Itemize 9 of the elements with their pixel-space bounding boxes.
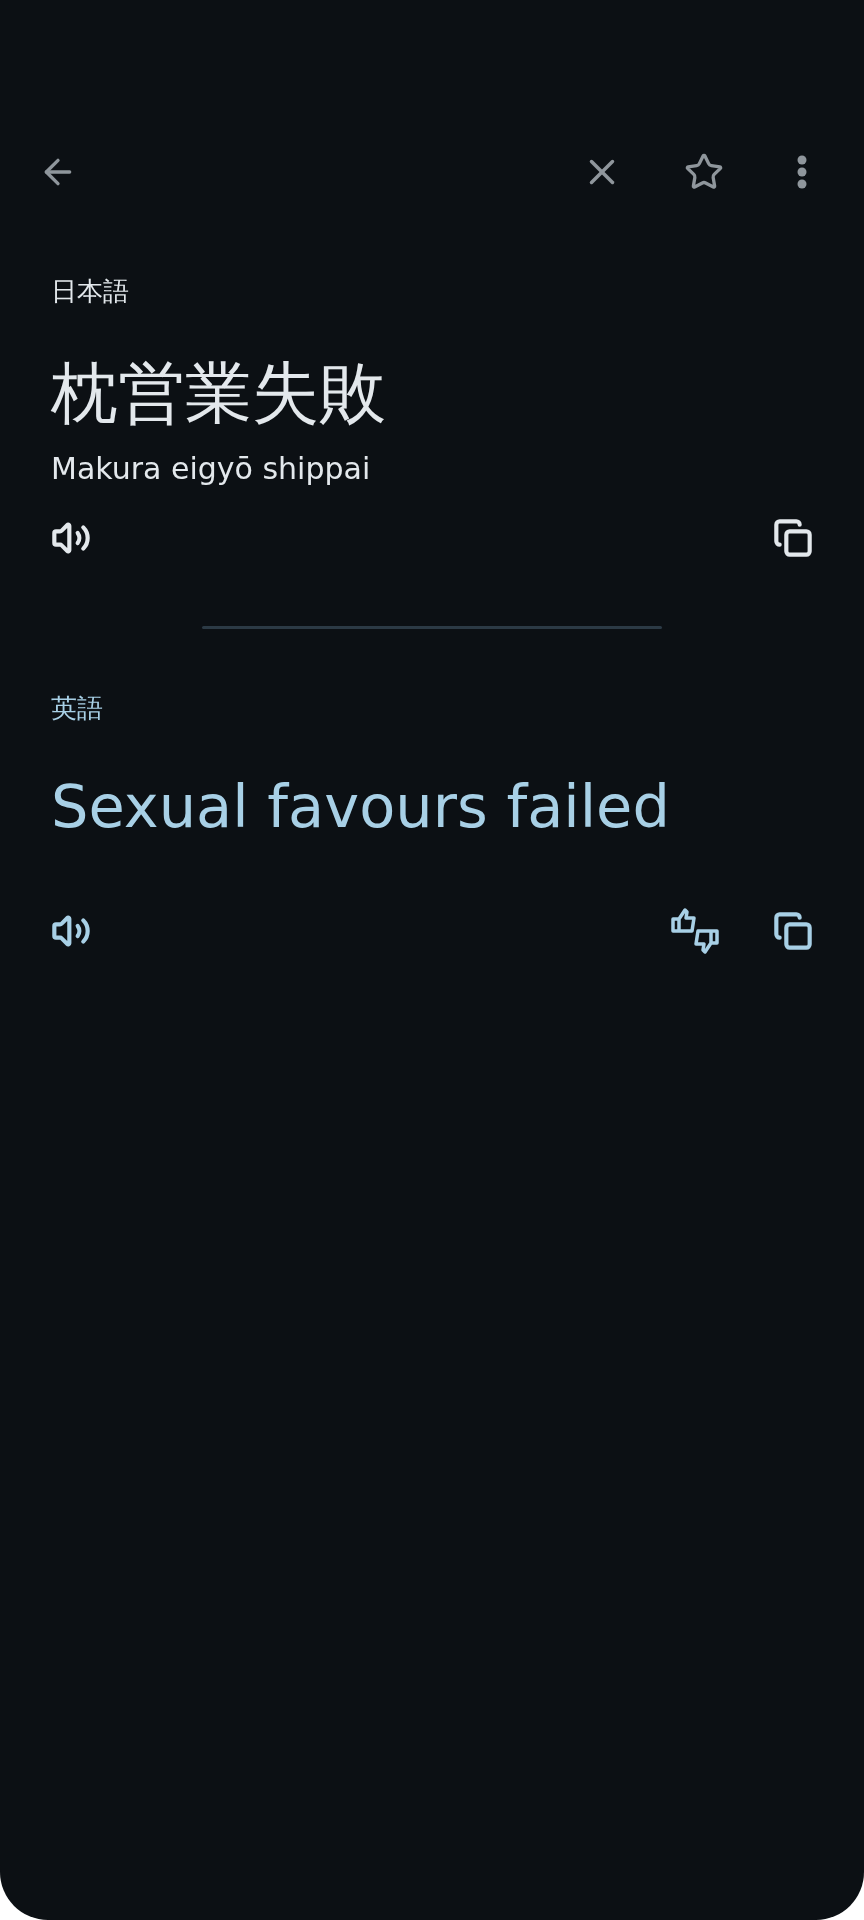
target-language-label: 英語 [51,692,104,726]
transliteration-text: Makura eigyō shippai [51,451,372,487]
more-icon [797,155,807,189]
copy-icon [773,911,813,952]
source-language-label: 日本語 [51,275,130,308]
source-text: 枕営業失敗 [51,353,387,434]
copy-icon [773,518,813,559]
star-icon [684,152,724,192]
translation-text: Sexual favours failed [51,772,671,844]
